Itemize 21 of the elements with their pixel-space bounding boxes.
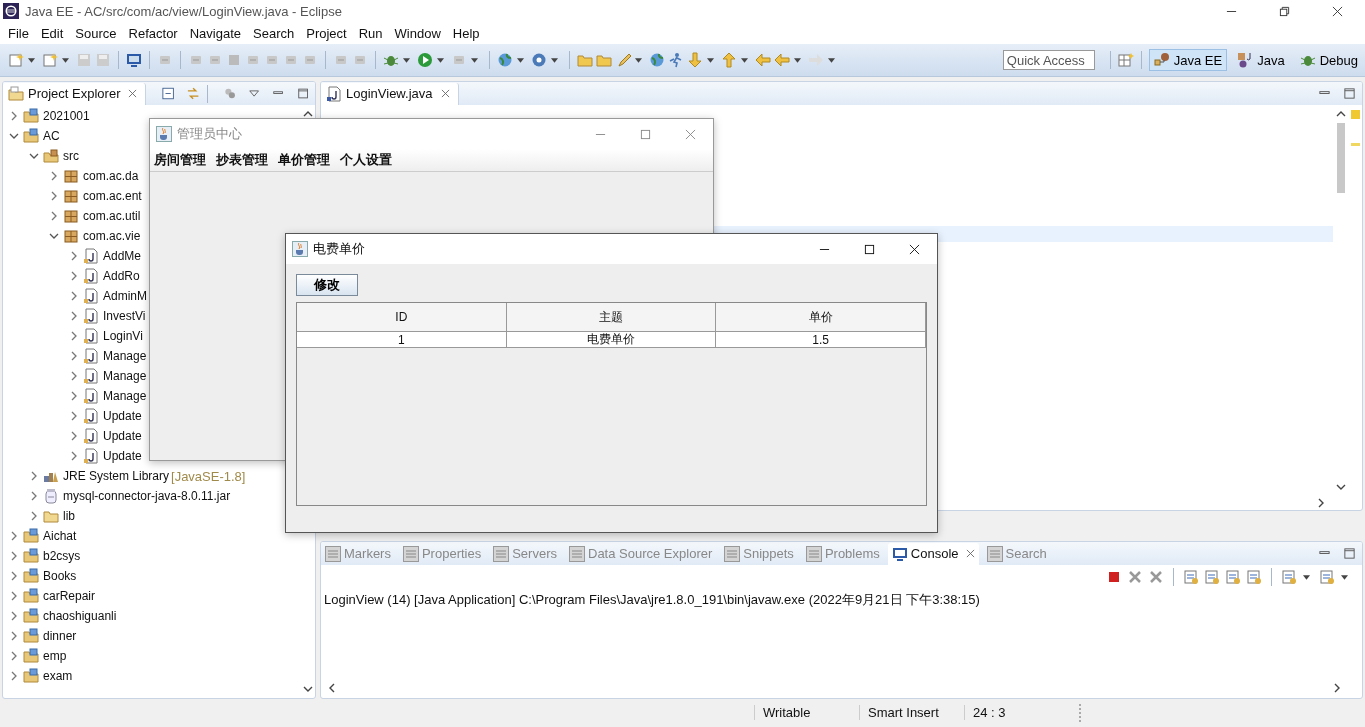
tab-label: Servers [512, 546, 557, 561]
tab-label: Properties [421, 546, 482, 561]
tab-label: LoginView.java [346, 86, 433, 101]
table-cell: 1.5 [716, 332, 926, 348]
tab-label: Snippets [743, 546, 794, 561]
library-version: [JavaSE-1.8] [171, 468, 246, 484]
window-title: 电费单价 [313, 240, 365, 258]
tab-label: Search [1005, 546, 1047, 561]
window-title: 管理员中心 [177, 125, 242, 143]
status-field: 24 : 3 [964, 705, 1069, 720]
tab-label: Data Source Explorer [588, 546, 713, 561]
window-title: Java EE - AC/src/com/ac/view/LoginView.java - Eclipse [25, 3, 342, 19]
tab-label: Console [910, 546, 959, 561]
status-field: Smart Insert [859, 705, 964, 720]
tab-label: Markers [344, 546, 391, 561]
table-cell: 1 [297, 332, 507, 348]
table-cell: 电费单价 [506, 332, 717, 348]
status-field: Writable [754, 705, 859, 720]
view-title: Project Explorer [28, 86, 121, 101]
console-header: LoginView (14) [Java Application] C:\Program Files\Java\jre1.8.0_191\bin\javaw.exe (2022年9月21日 下午3:38:15) [324, 591, 981, 609]
tab-label: Problems [824, 546, 880, 561]
